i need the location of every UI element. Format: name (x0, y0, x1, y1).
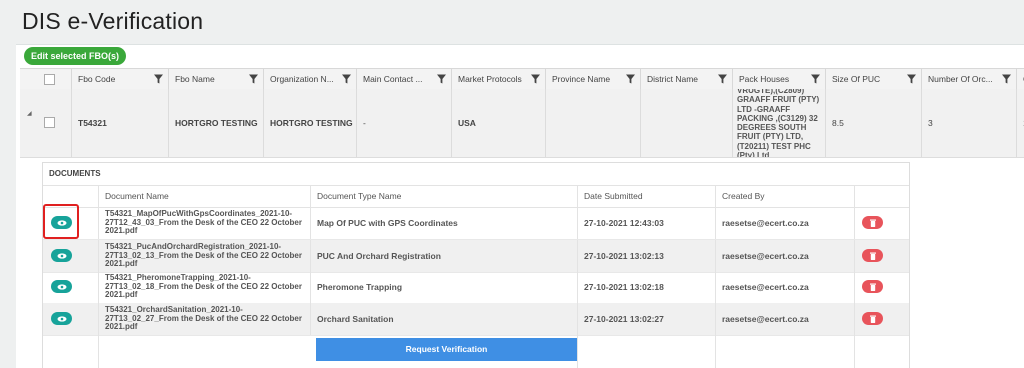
filter-icon[interactable] (626, 74, 635, 84)
delete-document-button[interactable] (862, 216, 883, 229)
page-title: DIS e-Verification (22, 8, 204, 34)
divider (98, 335, 99, 368)
view-document-button[interactable] (51, 312, 72, 325)
trash-icon (869, 315, 876, 323)
created-by-cell: raesetse@ecert.co.za (715, 207, 854, 239)
row-checkbox[interactable] (44, 117, 55, 128)
eye-icon (57, 283, 66, 290)
date-submitted-cell: 27-10-2021 13:02:18 (577, 271, 715, 303)
fbo-name-cell: HORTGRO TESTING (168, 89, 263, 157)
documents-title: DOCUMENTS (49, 169, 101, 178)
document-name-cell: T54321_PucAndOrchardRegistration_2021-10… (98, 240, 310, 272)
column-header-c[interactable]: C (1016, 69, 1024, 89)
column-header-date-submitted[interactable]: Date Submitted (577, 186, 715, 207)
market-protocols-cell: USA (451, 89, 545, 157)
document-type-cell: Orchard Sanitation (310, 303, 577, 335)
documents-panel: DOCUMENTS Document Name Document Type Na… (42, 162, 910, 368)
district-cell (640, 89, 732, 157)
document-name-cell: T54321_MapOfPucWithGpsCoordinates_2021-1… (98, 207, 310, 239)
filter-icon[interactable] (531, 74, 540, 84)
filter-icon[interactable] (907, 74, 916, 84)
fbo-code-cell: T54321 (71, 89, 168, 157)
created-by-cell: raesetse@ecert.co.za (715, 240, 854, 272)
size-of-puc-cell: 8.5 (825, 89, 921, 157)
document-type-cell: Map Of PUC with GPS Coordinates (310, 207, 577, 239)
document-row[interactable]: T54321_PucAndOrchardRegistration_2021-10… (43, 240, 909, 273)
c-cell: 1 (1016, 89, 1024, 157)
filter-icon[interactable] (1002, 74, 1011, 84)
view-button-highlight (43, 204, 79, 239)
table-row[interactable]: T54321 HORTGRO TESTING HORTGRO TESTING -… (20, 89, 1024, 158)
column-header-fbo-code[interactable]: Fbo Code (71, 69, 168, 89)
filter-icon[interactable] (437, 74, 446, 84)
actions-cell (854, 271, 909, 303)
date-submitted-cell: 27-10-2021 12:43:03 (577, 207, 715, 239)
date-submitted-cell: 27-10-2021 13:02:13 (577, 240, 715, 272)
column-header-market-protocols[interactable]: Market Protocols (451, 69, 545, 89)
filter-icon[interactable] (154, 74, 163, 84)
delete-document-button[interactable] (862, 249, 883, 262)
province-cell (545, 89, 640, 157)
date-submitted-cell: 27-10-2021 13:02:27 (577, 303, 715, 335)
document-name-cell: T54321_PheromoneTrapping_2021-10-27T13_0… (98, 271, 310, 303)
filter-icon[interactable] (249, 74, 258, 84)
column-header-actions (854, 186, 909, 207)
eye-icon (57, 315, 66, 322)
document-row[interactable]: T54321_PheromoneTrapping_2021-10-27T13_0… (43, 271, 909, 304)
documents-footer: Request Verification (43, 335, 909, 368)
view-document-button[interactable] (51, 249, 72, 262)
divider (577, 335, 578, 368)
column-header-size-of-puc[interactable]: Size Of PUC (825, 69, 921, 89)
actions-cell (854, 207, 909, 239)
delete-document-button[interactable] (862, 312, 883, 325)
created-by-cell: raesetse@ecert.co.za (715, 271, 854, 303)
grid-header: Fbo Code Fbo Name Organization N... Main… (20, 68, 1024, 90)
column-header-district[interactable]: District Name (640, 69, 732, 89)
trash-icon (869, 219, 876, 227)
column-header-pack-houses[interactable]: Pack Houses (732, 69, 825, 89)
document-row[interactable]: T54321_OrchardSanitation_2021-10-27T13_0… (43, 303, 909, 336)
documents-header: Document Name Document Type Name Date Su… (43, 185, 909, 208)
created-by-cell: raesetse@ecert.co.za (715, 303, 854, 335)
document-name-cell: T54321_OrchardSanitation_2021-10-27T13_0… (98, 303, 310, 335)
column-header-document-type[interactable]: Document Type Name (310, 186, 577, 207)
pack-houses-text: VRUGTE),(C2809) GRAAFF FRUIT (PTY) LTD -… (737, 89, 820, 157)
filter-icon[interactable] (718, 74, 727, 84)
column-header-organization[interactable]: Organization N... (263, 69, 356, 89)
column-header-province[interactable]: Province Name (545, 69, 640, 89)
column-header-number-of-orchards[interactable]: Number Of Orc... (921, 69, 1016, 89)
actions-cell (854, 240, 909, 272)
document-type-cell: PUC And Orchard Registration (310, 240, 577, 272)
column-header-document-name[interactable]: Document Name (98, 186, 310, 207)
main-contact-cell: - (356, 89, 451, 157)
trash-icon (869, 252, 876, 260)
trash-icon (869, 283, 876, 291)
view-document-button[interactable] (51, 280, 72, 293)
column-header-created-by[interactable]: Created By (715, 186, 854, 207)
delete-document-button[interactable] (862, 280, 883, 293)
actions-cell (854, 303, 909, 335)
document-type-cell: Pheromone Trapping (310, 271, 577, 303)
edit-selected-fbos-button[interactable]: Edit selected FBO(s) (24, 47, 127, 65)
filter-icon[interactable] (811, 74, 820, 84)
column-header-main-contact[interactable]: Main Contact ... (356, 69, 451, 89)
select-all-checkbox[interactable] (44, 74, 55, 85)
organization-cell: HORTGRO TESTING (263, 89, 356, 157)
request-verification-button[interactable]: Request Verification (316, 338, 577, 361)
divider (854, 335, 855, 368)
divider (715, 335, 716, 368)
eye-icon (57, 252, 66, 259)
column-header-fbo-name[interactable]: Fbo Name (168, 69, 263, 89)
number-of-orchards-cell: 3 (921, 89, 1016, 157)
expand-caret-icon[interactable]: ◢ (27, 110, 32, 117)
document-row[interactable]: T54321_MapOfPucWithGpsCoordinates_2021-1… (43, 207, 909, 240)
filter-icon[interactable] (342, 74, 351, 84)
